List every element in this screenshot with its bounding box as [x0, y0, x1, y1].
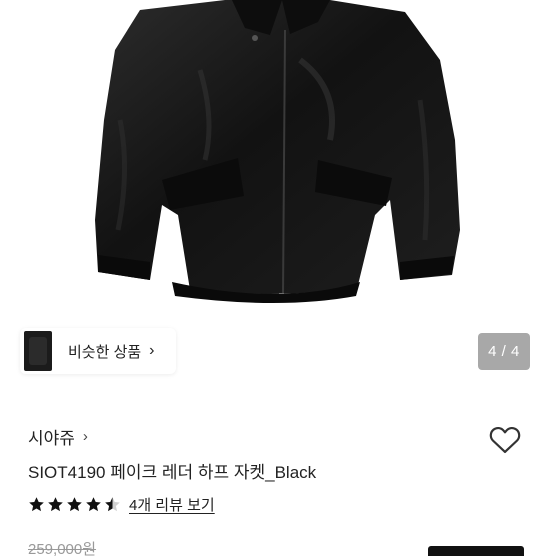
- star-rating: [28, 496, 123, 513]
- similar-product-thumbnail: [24, 331, 52, 371]
- image-page-indicator: 4 / 4: [478, 333, 530, 370]
- brand-link[interactable]: 시야쥬 ›: [28, 424, 88, 449]
- rating-row: 4개 리뷰 보기: [28, 494, 215, 515]
- product-title: SIOT4190 페이크 레더 하프 자켓_Black: [28, 463, 317, 482]
- heart-outline-icon[interactable]: [488, 424, 522, 454]
- star-icon: [67, 497, 82, 512]
- chevron-right-icon: ›: [149, 342, 155, 359]
- half-star-icon: [105, 497, 120, 512]
- original-price: 259,000원: [28, 541, 97, 558]
- review-link[interactable]: 4개 리뷰 보기: [129, 494, 215, 515]
- similar-products-label: 비슷한 상품: [68, 343, 142, 361]
- chevron-right-icon: ›: [82, 428, 88, 445]
- star-icon: [86, 497, 101, 512]
- brand-name: 시야쥬: [28, 429, 75, 448]
- star-icon: [48, 497, 63, 512]
- star-icon: [29, 497, 44, 512]
- product-image[interactable]: 비슷한 상품 › 4 / 4: [0, 0, 552, 390]
- similar-products-button[interactable]: 비슷한 상품 ›: [20, 328, 176, 374]
- buy-button[interactable]: [428, 546, 524, 556]
